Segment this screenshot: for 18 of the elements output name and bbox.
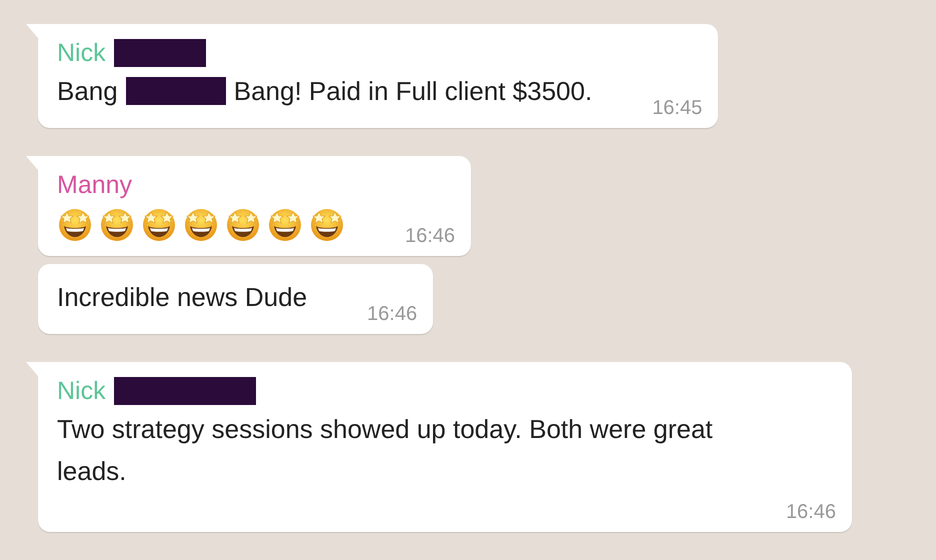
message-time: 16:46: [367, 302, 418, 326]
star-eyes-emoji-icon: [183, 206, 219, 242]
sender-name: Manny: [57, 170, 132, 200]
star-eyes-emoji-icon: [309, 206, 345, 242]
sender-name: Nick: [57, 376, 106, 406]
message-text: Bang! Paid in Full client $3500.: [234, 75, 592, 108]
star-eyes-emoji-icon: [225, 206, 261, 242]
message-text: Incredible news Dude: [57, 281, 308, 314]
star-eyes-emoji-icon: [99, 206, 135, 242]
star-eyes-emoji-icon: [57, 206, 93, 242]
sender-name: Nick: [57, 38, 106, 68]
message-time: 16:46: [405, 224, 456, 248]
message-time: 16:45: [652, 96, 702, 120]
message-time: 16:46: [786, 500, 836, 524]
message-text: Two strategy sessions showed up today. Both were great leads.: [57, 413, 714, 488]
star-eyes-emoji-icon: [141, 206, 177, 242]
message-text: Bang: [57, 75, 118, 108]
star-eyes-emoji-icon: [267, 206, 303, 242]
